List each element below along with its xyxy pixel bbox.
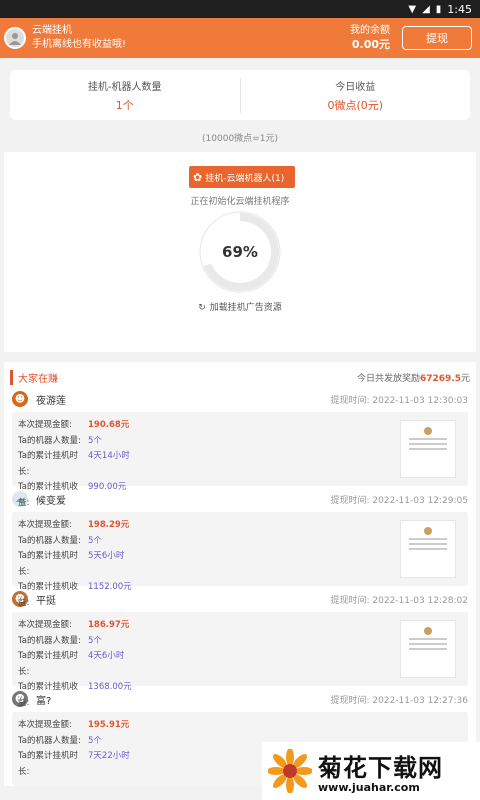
amount-value: 198.29元 bbox=[88, 520, 130, 530]
today-value: 0微点(0元) bbox=[327, 98, 384, 112]
feed-title: 大家在赚 bbox=[10, 369, 357, 385]
duration-value: 7天22小时 bbox=[88, 751, 130, 761]
user-icon bbox=[9, 33, 21, 45]
receipt-thumbnail[interactable] bbox=[400, 620, 456, 678]
feed-today-prefix: 今日共发放奖励 bbox=[356, 373, 420, 384]
robots-value: 5个 bbox=[88, 635, 102, 646]
robot-status: 正在初始化云端挂机程序 bbox=[190, 197, 290, 207]
robots-value: 5个 bbox=[88, 435, 102, 446]
feed-entry[interactable]: ☻ 夜游莲 提现时间: 2022-11-03 12:30:03 本次提现金额: 1… bbox=[4, 386, 476, 508]
battery-icon: ▮ bbox=[435, 3, 442, 15]
chrysanthemum-logo bbox=[268, 749, 312, 793]
amount-value: 190.68元 bbox=[88, 420, 130, 430]
today-stat: 今日收益 0微点(0元) bbox=[239, 77, 471, 113]
robot-panel: ✿ 挂机-云端机器人(1) 正在初始化云端挂机程序 69% ↻ 加载挂机广告资源 bbox=[4, 152, 476, 352]
header-bar: 云端挂机 手机离线也有收益哦! 我的余额 0.00元 提现 bbox=[0, 18, 480, 58]
robots-value: 5个 bbox=[88, 735, 102, 746]
entry-details: 本次提现金额: 190.68元 Ta的机器人数量: 5个 Ta的累计挂机时长: 4天1… bbox=[12, 412, 468, 508]
exchange-rate: (10000微点=1元) bbox=[202, 134, 278, 144]
ad-loading[interactable]: ↻ 加载挂机广告资源 bbox=[4, 300, 476, 313]
ad-text: 加载挂机广告资源 bbox=[209, 303, 282, 313]
balance-label: 我的余额 bbox=[350, 25, 390, 36]
receipt-thumbnail[interactable] bbox=[400, 420, 456, 478]
watermark-title: 菊花下载网 bbox=[318, 754, 443, 782]
signal-icon: ◢ bbox=[422, 3, 430, 15]
earnings-value: 1152.00元 bbox=[88, 582, 132, 592]
robot-icon: ✿ bbox=[193, 170, 203, 184]
loading-icon: ↻ bbox=[198, 303, 206, 313]
withdraw-button[interactable]: 提现 bbox=[402, 26, 472, 50]
earnings-value: 990.00元 bbox=[88, 482, 127, 492]
earnings-value: 1368.00元 bbox=[88, 682, 132, 692]
feed-today: 今日共发放奖励67269.5元 bbox=[357, 371, 470, 384]
amount-value: 195.91元 bbox=[88, 720, 130, 730]
robot-button-label: 挂机-云端机器人(1) bbox=[205, 173, 285, 184]
user-info: 云端挂机 手机离线也有收益哦! bbox=[32, 24, 350, 52]
user-name: 夜游莲 bbox=[36, 395, 66, 407]
robots-value: 5个 bbox=[88, 535, 102, 546]
feed-header: 大家在赚 今日共发放奖励67269.5元 bbox=[4, 368, 476, 386]
app-title: 云端挂机 bbox=[32, 25, 72, 36]
robot-button[interactable]: ✿ 挂机-云端机器人(1) bbox=[189, 166, 295, 188]
today-label: 今日收益 bbox=[335, 81, 376, 93]
receipt-thumbnail[interactable] bbox=[400, 520, 456, 578]
amount-value: 186.97元 bbox=[88, 620, 130, 630]
duration-value: 5天6小时 bbox=[88, 551, 125, 561]
progress-text: 69% bbox=[222, 243, 258, 261]
status-bar: ▼ ◢ ▮ 1:45 bbox=[0, 0, 480, 18]
wifi-icon: ▼ bbox=[408, 3, 417, 15]
balance-value: 0.00元 bbox=[351, 38, 390, 51]
robots-value: 1个 bbox=[115, 98, 134, 112]
withdraw-time: 提现时间: 2022-11-03 12:30:03 bbox=[330, 395, 468, 406]
entry-details: 本次提现金额: 198.29元 Ta的机器人数量: 5个 Ta的累计挂机时长: 5天6… bbox=[12, 512, 468, 608]
clock: 1:45 bbox=[447, 2, 472, 16]
avatar[interactable] bbox=[4, 27, 26, 49]
robots-label: 挂机-机器人数量 bbox=[87, 81, 162, 93]
site-watermark: 菊花下载网 www.juahar.com bbox=[262, 742, 480, 800]
stats-card: 挂机-机器人数量 1个 今日收益 0微点(0元) bbox=[10, 70, 470, 120]
app-subtitle: 手机离线也有收益哦! bbox=[32, 39, 127, 50]
entry-details: 本次提现金额: 186.97元 Ta的机器人数量: 5个 Ta的累计挂机时长: 4天6… bbox=[12, 612, 468, 708]
feed-today-suffix: 元 bbox=[460, 373, 470, 384]
feed-today-amount: 67269.5 bbox=[419, 373, 461, 384]
balance-block: 我的余额 0.00元 bbox=[350, 24, 390, 52]
user-avatar: ☻ bbox=[12, 391, 28, 407]
earning-feed: 大家在赚 今日共发放奖励67269.5元 ☻ 夜游莲 提现时间: 2022-11… bbox=[4, 362, 476, 786]
duration-value: 4天6小时 bbox=[88, 651, 125, 661]
robots-stat: 挂机-机器人数量 1个 bbox=[10, 78, 240, 113]
duration-value: 4天14小时 bbox=[88, 451, 130, 461]
